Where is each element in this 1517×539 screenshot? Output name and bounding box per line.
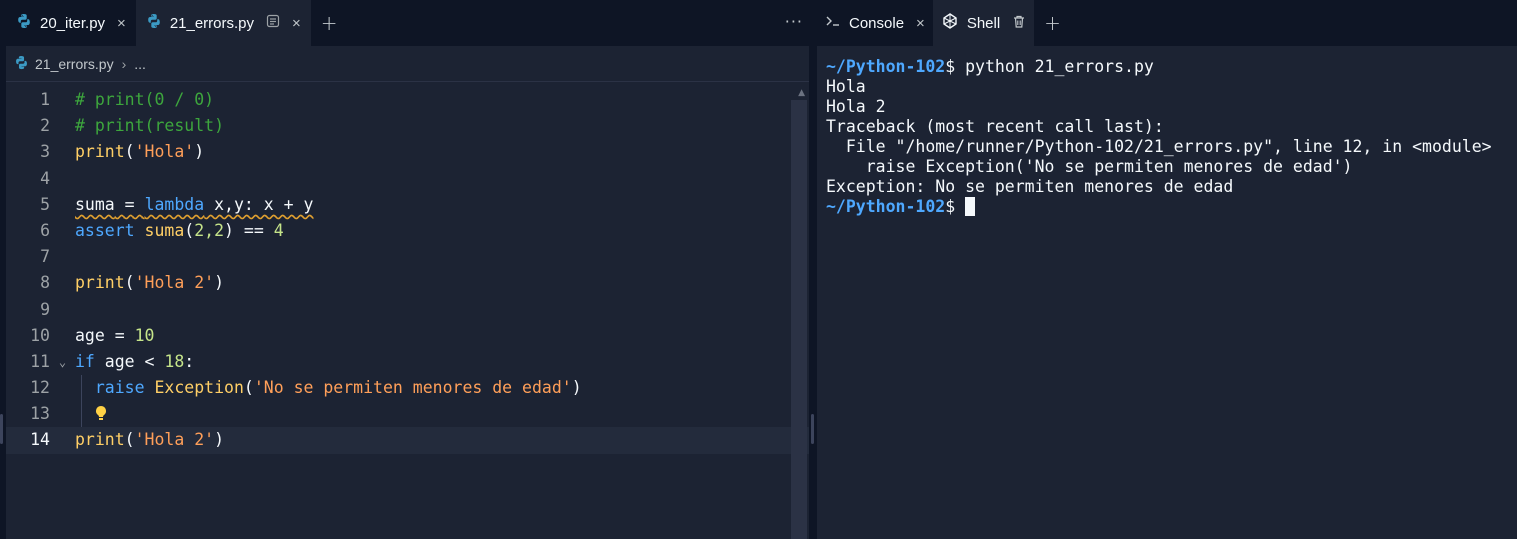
breadcrumb: 21_errors.py › ... bbox=[6, 46, 809, 82]
outline-icon[interactable] bbox=[266, 14, 280, 32]
output-line: Hola bbox=[826, 77, 866, 96]
close-icon[interactable]: × bbox=[292, 15, 301, 32]
code-line: 3 print('Hola') bbox=[6, 139, 809, 165]
shell-icon bbox=[941, 12, 959, 34]
line-number: 12 bbox=[30, 378, 50, 398]
code-line: 11 ⌄ if age < 18: bbox=[6, 349, 809, 375]
prompt-path: ~/Python-102 bbox=[826, 57, 946, 76]
python-file-icon bbox=[146, 13, 162, 33]
tab-shell[interactable]: Shell bbox=[932, 0, 1035, 46]
chevron-right-icon: › bbox=[121, 55, 127, 72]
lightbulb-icon[interactable] bbox=[95, 405, 107, 423]
line-number: 7 bbox=[40, 247, 50, 267]
code-line: 1 # print(0 / 0) bbox=[6, 87, 809, 113]
close-icon[interactable]: × bbox=[916, 15, 925, 32]
line-number: 9 bbox=[40, 299, 50, 319]
code-line-current: 14 print('Hola 2') bbox=[6, 427, 809, 454]
terminal-command-line: ~/Python-102$ python 21_errors.py bbox=[826, 57, 1154, 76]
line-number: 11 bbox=[30, 351, 50, 371]
more-options-icon[interactable]: ··· bbox=[785, 12, 803, 31]
code-line: 2 # print(result) bbox=[6, 113, 809, 139]
code-line: 10 age = 10 bbox=[6, 323, 809, 349]
terminal-prompt-line: ~/Python-102$ bbox=[826, 197, 1517, 217]
code-line: 13 bbox=[6, 401, 809, 428]
line-number: 2 bbox=[40, 116, 50, 136]
code-line: 8 print('Hola 2') bbox=[6, 270, 809, 296]
editor-pane: 20_iter.py × 21_errors.py × + ··· 21_err… bbox=[6, 0, 809, 539]
code-editor[interactable]: 1 # print(0 / 0) 2 # print(result) 3 pri… bbox=[6, 87, 809, 539]
tab-21-errors[interactable]: 21_errors.py × bbox=[135, 0, 311, 46]
trash-icon[interactable] bbox=[1012, 14, 1026, 33]
close-icon[interactable]: × bbox=[117, 15, 126, 32]
tab-console[interactable]: Console × bbox=[817, 0, 933, 46]
python-file-icon bbox=[14, 55, 29, 73]
code-line: 4 bbox=[6, 166, 809, 192]
line-number: 10 bbox=[30, 325, 50, 345]
output-line: Exception: No se permiten menores de eda… bbox=[826, 177, 1234, 196]
code-line: 7 bbox=[6, 244, 809, 270]
scroll-up-icon[interactable]: ▲ bbox=[798, 88, 805, 98]
output-line: Traceback (most recent call last): bbox=[826, 117, 1164, 136]
console-icon bbox=[825, 14, 841, 32]
indent-guide bbox=[81, 375, 82, 402]
output-line: raise Exception('No se permiten menores … bbox=[826, 157, 1353, 176]
line-number: 6 bbox=[40, 220, 50, 240]
output-line: Hola 2 bbox=[826, 97, 886, 116]
python-file-icon bbox=[16, 13, 32, 33]
left-resize-handle[interactable] bbox=[0, 414, 3, 444]
add-tab-button[interactable]: + bbox=[1034, 0, 1071, 46]
line-number: 3 bbox=[40, 142, 50, 162]
prompt-path: ~/Python-102 bbox=[826, 197, 946, 216]
tab-20-iter[interactable]: 20_iter.py × bbox=[6, 0, 136, 46]
fold-chevron-icon[interactable]: ⌄ bbox=[50, 349, 75, 375]
pane-splitter bbox=[809, 0, 817, 539]
editor-tabbar: 20_iter.py × 21_errors.py × + ··· bbox=[6, 0, 809, 46]
shell-tabbar: Console × Shell + bbox=[817, 0, 1517, 46]
line-number: 4 bbox=[40, 168, 50, 188]
command: python 21_errors.py bbox=[955, 57, 1154, 76]
terminal-cursor bbox=[965, 197, 976, 216]
code-line: 9 bbox=[6, 297, 809, 323]
tab-label: 20_iter.py bbox=[40, 14, 106, 32]
pane-resize-handle[interactable] bbox=[811, 414, 814, 444]
line-number: 1 bbox=[40, 90, 50, 109]
tab-label: 21_errors.py bbox=[169, 14, 255, 32]
warning-squiggle[interactable]: suma = lambda x,y: x + y bbox=[75, 192, 313, 218]
code-line: 6 assert suma(2,2) == 4 bbox=[6, 218, 809, 244]
code-line: 5 suma = lambda x,y: x + y bbox=[6, 192, 809, 218]
breadcrumb-file[interactable]: 21_errors.py bbox=[35, 56, 114, 72]
add-tab-button[interactable]: + bbox=[311, 0, 348, 46]
tab-label: Console bbox=[849, 14, 905, 32]
line-number: 13 bbox=[30, 404, 50, 424]
line-number: 8 bbox=[40, 273, 50, 293]
code-line: 12 raise Exception('No se permiten menor… bbox=[6, 375, 809, 402]
editor-scrollbar[interactable] bbox=[791, 100, 807, 539]
indent-guide bbox=[81, 401, 82, 428]
tab-label: Shell bbox=[966, 14, 1001, 32]
comment: # print(0 / 0) bbox=[75, 90, 215, 109]
comment: # print(result) bbox=[75, 116, 225, 136]
breadcrumb-rest[interactable]: ... bbox=[134, 56, 146, 72]
line-number: 14 bbox=[30, 430, 50, 450]
output-line: File "/home/runner/Python-102/21_errors.… bbox=[826, 137, 1492, 156]
shell-pane: Console × Shell + ~/Python-102$ python 2… bbox=[817, 0, 1517, 539]
terminal-output[interactable]: ~/Python-102$ python 21_errors.py Hola Hol… bbox=[826, 57, 1517, 217]
line-number: 5 bbox=[40, 194, 50, 214]
